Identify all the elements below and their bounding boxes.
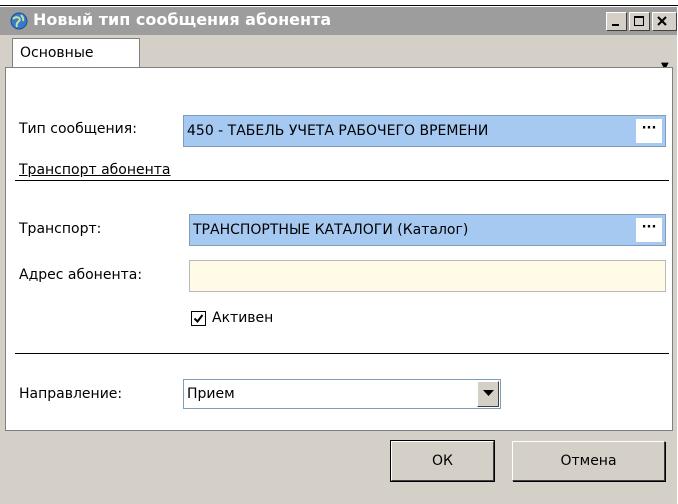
transport-label: Транспорт: <box>19 221 102 237</box>
ok-button[interactable]: ОК <box>390 440 495 482</box>
message-type-label: Тип сообщения: <box>19 121 137 137</box>
transport-value: ТРАНСПОРТНЫЕ КАТАЛОГИ (Каталог) <box>193 222 469 238</box>
cancel-button[interactable]: Отмена <box>512 441 665 481</box>
section-divider-2 <box>15 353 669 354</box>
address-label: Адрес абонента: <box>19 267 143 283</box>
section-divider <box>15 180 669 181</box>
transport-field[interactable]: ТРАНСПОРТНЫЕ КАТАЛОГИ (Каталог) ··· <box>189 214 666 246</box>
main-panel: Тип сообщения: 450 - ТАБЕЛЬ УЧЕТА РАБОЧЕ… <box>5 67 673 431</box>
minimize-button[interactable] <box>606 12 627 31</box>
message-type-value: 450 - ТАБЕЛЬ УЧЕТА РАБОЧЕГО ВРЕМЕНИ <box>187 123 489 139</box>
address-input[interactable] <box>189 260 666 292</box>
direction-value: Прием <box>187 386 235 402</box>
app-globe-icon <box>10 12 28 30</box>
message-type-field[interactable]: 450 - ТАБЕЛЬ УЧЕТА РАБОЧЕГО ВРЕМЕНИ ··· <box>183 115 666 147</box>
transport-section-title: Транспорт абонента <box>19 162 171 178</box>
tab-strip: Основные <box>5 37 673 68</box>
tab-main[interactable]: Основные <box>12 38 140 68</box>
message-type-browse-button[interactable]: ··· <box>636 119 662 143</box>
direction-select[interactable]: Прием <box>183 379 501 409</box>
top-border-line <box>0 5 678 6</box>
title-bar[interactable]: Новый тип сообщения абонента <box>0 7 677 35</box>
active-checkbox[interactable] <box>191 311 206 326</box>
direction-label: Направление: <box>19 386 123 402</box>
close-button[interactable] <box>652 12 677 31</box>
active-label: Активен <box>212 310 274 326</box>
maximize-button[interactable] <box>629 12 650 31</box>
window-title: Новый тип сообщения абонента <box>33 10 332 29</box>
transport-browse-button[interactable]: ··· <box>636 218 662 242</box>
dialog-window: Новый тип сообщения абонента Основные ▼ … <box>0 7 677 504</box>
chevron-down-icon[interactable] <box>477 381 499 407</box>
